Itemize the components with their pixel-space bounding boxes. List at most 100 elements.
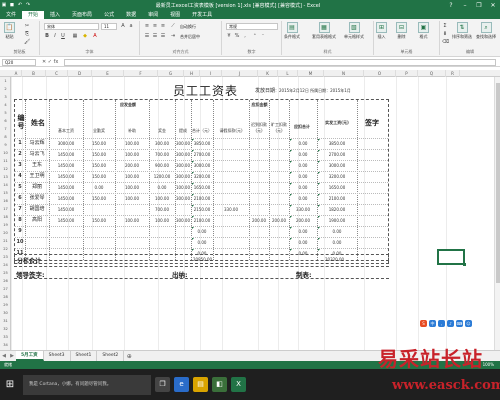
increase-decimal-icon[interactable]: ⁺ xyxy=(252,33,258,39)
scrollbar-thumb[interactable] xyxy=(496,83,500,283)
row-header[interactable]: 7 xyxy=(0,127,11,131)
cell-styles-button[interactable]: ▧ 单元格样式 xyxy=(344,22,364,40)
sheet-tab[interactable]: Sheet2 xyxy=(97,351,125,361)
save-icon[interactable]: ◼ xyxy=(8,2,16,8)
row-header[interactable]: 19 xyxy=(0,223,11,227)
grow-font-icon[interactable]: A xyxy=(120,23,126,29)
cell-bonus[interactable]: 100.00 xyxy=(115,172,149,181)
cell-absent[interactable] xyxy=(269,150,289,159)
formula-input[interactable] xyxy=(64,59,496,66)
cell-social[interactable] xyxy=(213,161,249,170)
row-header[interactable]: 23 xyxy=(0,255,11,259)
delete-cells-button[interactable]: ⊟ 删除 xyxy=(396,22,407,40)
cell-absent[interactable] xyxy=(269,161,289,170)
row-header[interactable]: 26 xyxy=(0,279,11,283)
zoom-level[interactable]: 100% xyxy=(483,361,494,369)
table-row[interactable]: 7 胡国培 1450.00 700.00 2150.00 330.00 330.00 1820… xyxy=(15,204,388,213)
cell-total[interactable]: 3000.00 xyxy=(191,161,213,170)
column-header[interactable]: O xyxy=(364,70,396,77)
store-icon[interactable]: ◧ xyxy=(212,377,227,392)
indent-icon[interactable]: ⇥ xyxy=(170,33,176,39)
table-row[interactable]: 10 0.00 0.00 0.00 xyxy=(15,237,388,246)
excel-taskbar-icon[interactable]: X xyxy=(231,377,246,392)
cell-net[interactable]: 1900.00 xyxy=(317,216,357,225)
cell-name[interactable]: 高阳 xyxy=(25,216,49,225)
cell-bonus[interactable]: 100.00 xyxy=(115,216,149,225)
format-cells-button[interactable]: ▣ 格式 xyxy=(418,22,429,40)
row-header[interactable]: 15 xyxy=(0,191,11,195)
vertical-scrollbar[interactable] xyxy=(494,77,500,350)
row-header[interactable]: 30 xyxy=(0,311,11,315)
cell-absent[interactable]: 200.00 xyxy=(269,216,289,225)
ime-punct-icon[interactable]: , xyxy=(438,320,445,327)
cell-dtotal[interactable]: 0.00 xyxy=(289,161,317,170)
ribbon-tab[interactable]: 页面布局 xyxy=(66,11,98,19)
cell-allow[interactable]: 300.00 xyxy=(175,139,191,148)
redo-icon[interactable]: ↷ xyxy=(24,2,32,8)
percent-icon[interactable]: % xyxy=(234,33,240,39)
cell-total[interactable]: 2700.00 xyxy=(191,150,213,159)
row-header[interactable]: 1 xyxy=(0,79,11,83)
cell-no[interactable]: 2 xyxy=(15,150,25,159)
cell-pos[interactable]: 0.00 xyxy=(83,183,115,192)
ime-lang-icon[interactable]: 中 xyxy=(429,320,436,327)
cell-no[interactable]: 6 xyxy=(15,194,25,203)
subtotal-row[interactable]: 分栏合计 20850.00 20320.00 xyxy=(14,254,389,265)
cell-allow[interactable]: 300.00 xyxy=(175,150,191,159)
clear-icon[interactable]: ⌫ xyxy=(442,39,449,45)
row-header[interactable]: 2 xyxy=(0,87,11,91)
cell-base[interactable]: 1450.00 xyxy=(49,183,83,192)
insert-cells-button[interactable]: ⊞ 插入 xyxy=(376,22,387,40)
cell-dtotal[interactable]: 0.00 xyxy=(289,139,317,148)
row-header[interactable]: 28 xyxy=(0,295,11,299)
cell-name[interactable]: 张爱琴 xyxy=(25,194,49,203)
cell-total[interactable]: 3850.00 xyxy=(191,139,213,148)
cell-base[interactable]: 1450.00 xyxy=(49,161,83,170)
row-header[interactable]: 24 xyxy=(0,263,11,267)
selected-cell[interactable] xyxy=(437,249,466,266)
payroll-table[interactable]: 编号 姓名 应发金额 应扣金额 基本工资 全勤奖 补助 奖金 提成 合计（元） … xyxy=(14,99,389,261)
cell-total[interactable]: 0.00 xyxy=(191,238,213,247)
row-header[interactable]: 22 xyxy=(0,247,11,251)
comma-icon[interactable]: , xyxy=(242,33,248,39)
cell-allow[interactable] xyxy=(175,205,191,214)
cell-allow[interactable]: 300.00 xyxy=(175,161,191,170)
cell-base[interactable]: 1450.00 xyxy=(49,172,83,181)
cell-late[interactable] xyxy=(249,205,269,214)
row-header[interactable]: 29 xyxy=(0,303,11,307)
cell-pos[interactable] xyxy=(83,238,115,247)
cell-name[interactable]: 王卫明 xyxy=(25,172,49,181)
cell-ot[interactable]: 900.00 xyxy=(149,161,175,170)
cell-no[interactable]: 4 xyxy=(15,172,25,181)
restore-button[interactable]: ❐ xyxy=(472,2,486,9)
bold-icon[interactable]: B xyxy=(44,33,50,39)
underline-icon[interactable]: U xyxy=(60,33,66,39)
cell-no[interactable]: 1 xyxy=(15,139,25,148)
cell-name[interactable] xyxy=(25,238,49,247)
cell-base[interactable]: 3000.00 xyxy=(49,139,83,148)
autosum-icon[interactable]: Σ xyxy=(442,23,448,29)
cell-ot[interactable]: 1200.00 xyxy=(149,172,175,181)
cell-social[interactable] xyxy=(213,216,249,225)
close-button[interactable]: ✕ xyxy=(486,2,500,9)
cell-absent[interactable] xyxy=(269,227,289,236)
cell-no[interactable]: 10 xyxy=(15,238,25,247)
cell-total[interactable]: 3200.00 xyxy=(191,172,213,181)
column-header[interactable]: B xyxy=(22,70,46,77)
cell-total[interactable]: 0.00 xyxy=(191,227,213,236)
row-header[interactable]: 25 xyxy=(0,271,11,275)
column-header[interactable]: F xyxy=(124,70,158,77)
cell-pos[interactable]: 150.00 xyxy=(83,150,115,159)
shrink-font-icon[interactable]: a xyxy=(128,23,134,29)
column-header[interactable]: A xyxy=(11,70,22,77)
row-header[interactable]: 14 xyxy=(0,183,11,187)
cell-base[interactable]: 1450.00 xyxy=(49,150,83,159)
align-bottom-icon[interactable]: ≡ xyxy=(160,23,166,29)
ribbon-tab[interactable]: 数据 xyxy=(120,11,142,19)
column-header[interactable]: K xyxy=(258,70,278,77)
paste-button[interactable]: 📋 粘贴 xyxy=(4,22,15,40)
row-header[interactable]: 3 xyxy=(0,95,11,99)
cell-pos[interactable]: 150.00 xyxy=(83,172,115,181)
cell-late[interactable] xyxy=(249,194,269,203)
column-header[interactable]: C xyxy=(46,70,68,77)
